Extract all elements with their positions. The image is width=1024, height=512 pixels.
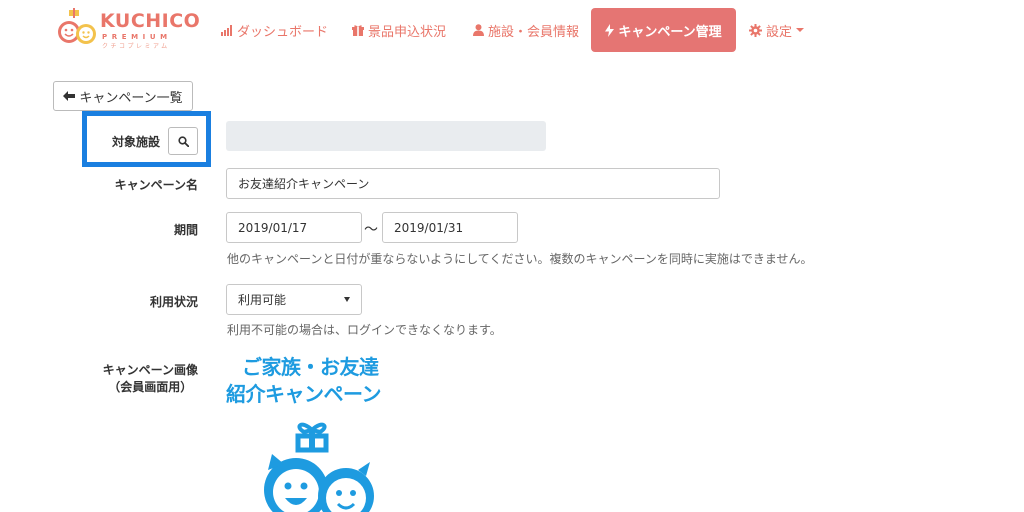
nav-campaign-label: キャンペーン管理 (618, 24, 722, 40)
nav-facility[interactable]: 施設・会員情報 (473, 8, 579, 52)
facility-search-button[interactable] (168, 127, 198, 155)
nav-campaign[interactable]: キャンペーン管理 (591, 8, 736, 52)
campaign-image-preview: ご家族・お友達 紹介キャンペーン (224, 350, 414, 512)
status-select[interactable]: 利用可能 (226, 284, 362, 315)
campaign-name-label: キャンペーン名 (114, 178, 198, 192)
brand-tagline: PREMIUM (102, 33, 172, 41)
nav-settings[interactable]: 設定 (749, 8, 805, 52)
gift-icon (352, 24, 364, 36)
period-help-text: 他のキャンペーンと日付が重ならないようにしてください。複数のキャンペーンを同時に… (227, 252, 813, 266)
period-start-input[interactable]: 2019/01/17 (226, 212, 362, 243)
nav-facility-label: 施設・会員情報 (488, 24, 580, 40)
period-end-input[interactable]: 2019/01/31 (382, 212, 518, 243)
nav-dashboard-label: ダッシュボード (237, 24, 329, 40)
facility-label: 対象施設 (112, 135, 161, 149)
period-label: 期間 (173, 223, 198, 237)
arrow-left-icon (63, 91, 76, 101)
kuchico-logo[interactable]: KUCHICO PREMIUM クチコプレミアム (56, 8, 206, 50)
brand-kana: クチコプレミアム (102, 43, 170, 50)
campaign-image-label: キャンペーン画像 （会員画面用） (103, 362, 198, 396)
campaign-image-label-line2: （会員画面用） (108, 380, 193, 394)
search-icon (177, 132, 189, 151)
back-button-label: キャンペーン一覧 (79, 90, 183, 106)
select-caret-icon (344, 297, 350, 302)
back-to-campaign-list-button[interactable]: キャンペーン一覧 (53, 81, 193, 111)
status-selected-value: 利用可能 (238, 293, 287, 307)
nav-prizes-label: 景品申込状況 (368, 24, 447, 40)
nav-prizes[interactable]: 景品申込状況 (352, 8, 446, 52)
nav-dashboard[interactable]: ダッシュボード (221, 8, 328, 52)
brand-name: KUCHICO (100, 10, 201, 32)
chevron-down-icon (796, 28, 805, 32)
facility-field (226, 121, 546, 151)
period-separator: 〜 (364, 222, 378, 238)
campaign-name-input[interactable]: お友達紹介キャンペーン (226, 168, 720, 199)
bar-chart-icon (221, 24, 233, 36)
gear-icon (749, 23, 762, 37)
campaign-image-title-line1: ご家族・お友達 (242, 355, 379, 379)
user-icon (473, 24, 484, 36)
campaign-image-title-line2: 紹介キャンペーン (226, 382, 382, 406)
top-navbar: KUCHICO PREMIUM クチコプレミアム ダッシュボード 景品申込状況 … (0, 0, 1024, 58)
nav-settings-label: 設定 (766, 24, 793, 40)
status-help-text: 利用不可能の場合は、ログインできなくなります。 (227, 323, 502, 337)
lightning-icon (605, 23, 615, 37)
campaign-image-label-line1: キャンペーン画像 (102, 363, 198, 377)
logo-faces-icon (58, 8, 96, 44)
status-label: 利用状況 (149, 295, 198, 309)
campaign-mascot-icon (264, 422, 374, 512)
